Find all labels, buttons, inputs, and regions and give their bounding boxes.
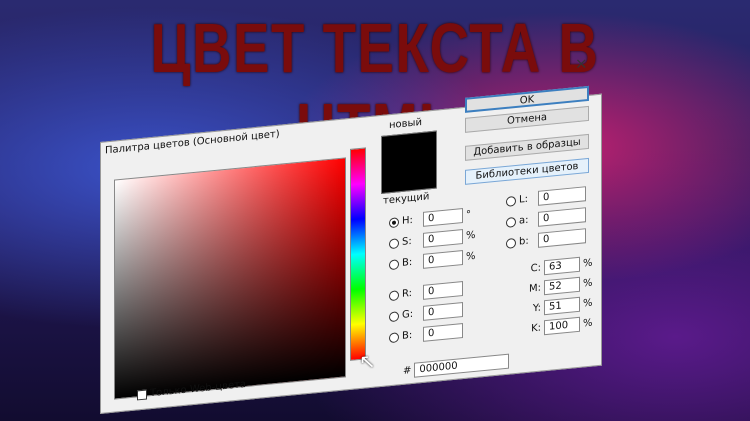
c-label: C: [530, 262, 541, 275]
a-label: a: [519, 214, 529, 227]
g-label: G: [402, 308, 414, 321]
current-label: текущий [383, 191, 430, 207]
k-input[interactable]: 100 [544, 316, 580, 336]
cmyk-group: C: 63% M: 52% Y: 51% K: 100% [529, 256, 593, 337]
h-label: H: [402, 214, 413, 227]
blue-radio[interactable] [389, 331, 399, 343]
b-label: B: [402, 256, 413, 269]
a-radio[interactable] [506, 216, 516, 228]
hsb-group: H: 0 ° S: 0% B: 0% R: 0 G: 0 B: 0 [389, 207, 476, 345]
y-unit: % [583, 297, 593, 310]
g-radio[interactable] [389, 310, 399, 322]
h-input[interactable]: 0 [423, 208, 463, 227]
lab-b-label: b: [519, 235, 529, 248]
b-unit: % [466, 250, 476, 263]
l-input[interactable]: 0 [538, 186, 586, 206]
close-icon[interactable]: × [575, 55, 588, 73]
l-radio[interactable] [506, 195, 516, 207]
r-radio[interactable] [389, 289, 399, 301]
a-input[interactable]: 0 [538, 207, 586, 227]
b-radio[interactable] [389, 258, 399, 270]
lab-group: L: 0 a: 0 b: 0 [506, 186, 586, 251]
blue-label: B: [402, 329, 413, 342]
blue-input[interactable]: 0 [423, 323, 463, 342]
mouse-cursor-icon: ↖ [359, 348, 376, 375]
m-unit: % [583, 277, 593, 290]
s-label: S: [402, 235, 412, 248]
s-input[interactable]: 0 [423, 229, 463, 248]
lab-b-input[interactable]: 0 [538, 228, 586, 248]
r-label: R: [402, 287, 413, 300]
m-input[interactable]: 52 [544, 276, 580, 296]
h-unit: ° [466, 209, 471, 221]
k-label: K: [531, 322, 541, 335]
color-libraries-button[interactable]: Библиотеки цветов [465, 157, 589, 185]
color-field[interactable] [114, 157, 346, 400]
y-label: Y: [532, 302, 541, 315]
k-unit: % [583, 317, 593, 330]
hue-slider[interactable] [350, 147, 366, 361]
add-to-swatches-button[interactable]: Добавить в образцы [465, 133, 589, 161]
g-input[interactable]: 0 [423, 302, 463, 321]
h-radio[interactable] [389, 216, 399, 228]
s-radio[interactable] [389, 237, 399, 249]
lab-b-radio[interactable] [506, 237, 516, 249]
hex-label: # [403, 365, 412, 377]
hex-row: # 000000 [403, 353, 510, 379]
c-unit: % [583, 257, 593, 270]
r-input[interactable]: 0 [423, 281, 463, 300]
s-unit: % [466, 229, 476, 242]
new-label: новый [389, 116, 422, 132]
color-swatch [381, 130, 437, 194]
web-only-checkbox[interactable] [137, 388, 147, 400]
c-input[interactable]: 63 [544, 256, 580, 276]
m-label: M: [529, 282, 541, 295]
color-picker-dialog: Палитра цветов (Основной цвет) × новый т… [100, 55, 602, 414]
b-input[interactable]: 0 [423, 250, 463, 269]
l-label: L: [519, 193, 528, 206]
hex-input[interactable]: 000000 [414, 353, 510, 378]
y-input[interactable]: 51 [544, 296, 580, 316]
